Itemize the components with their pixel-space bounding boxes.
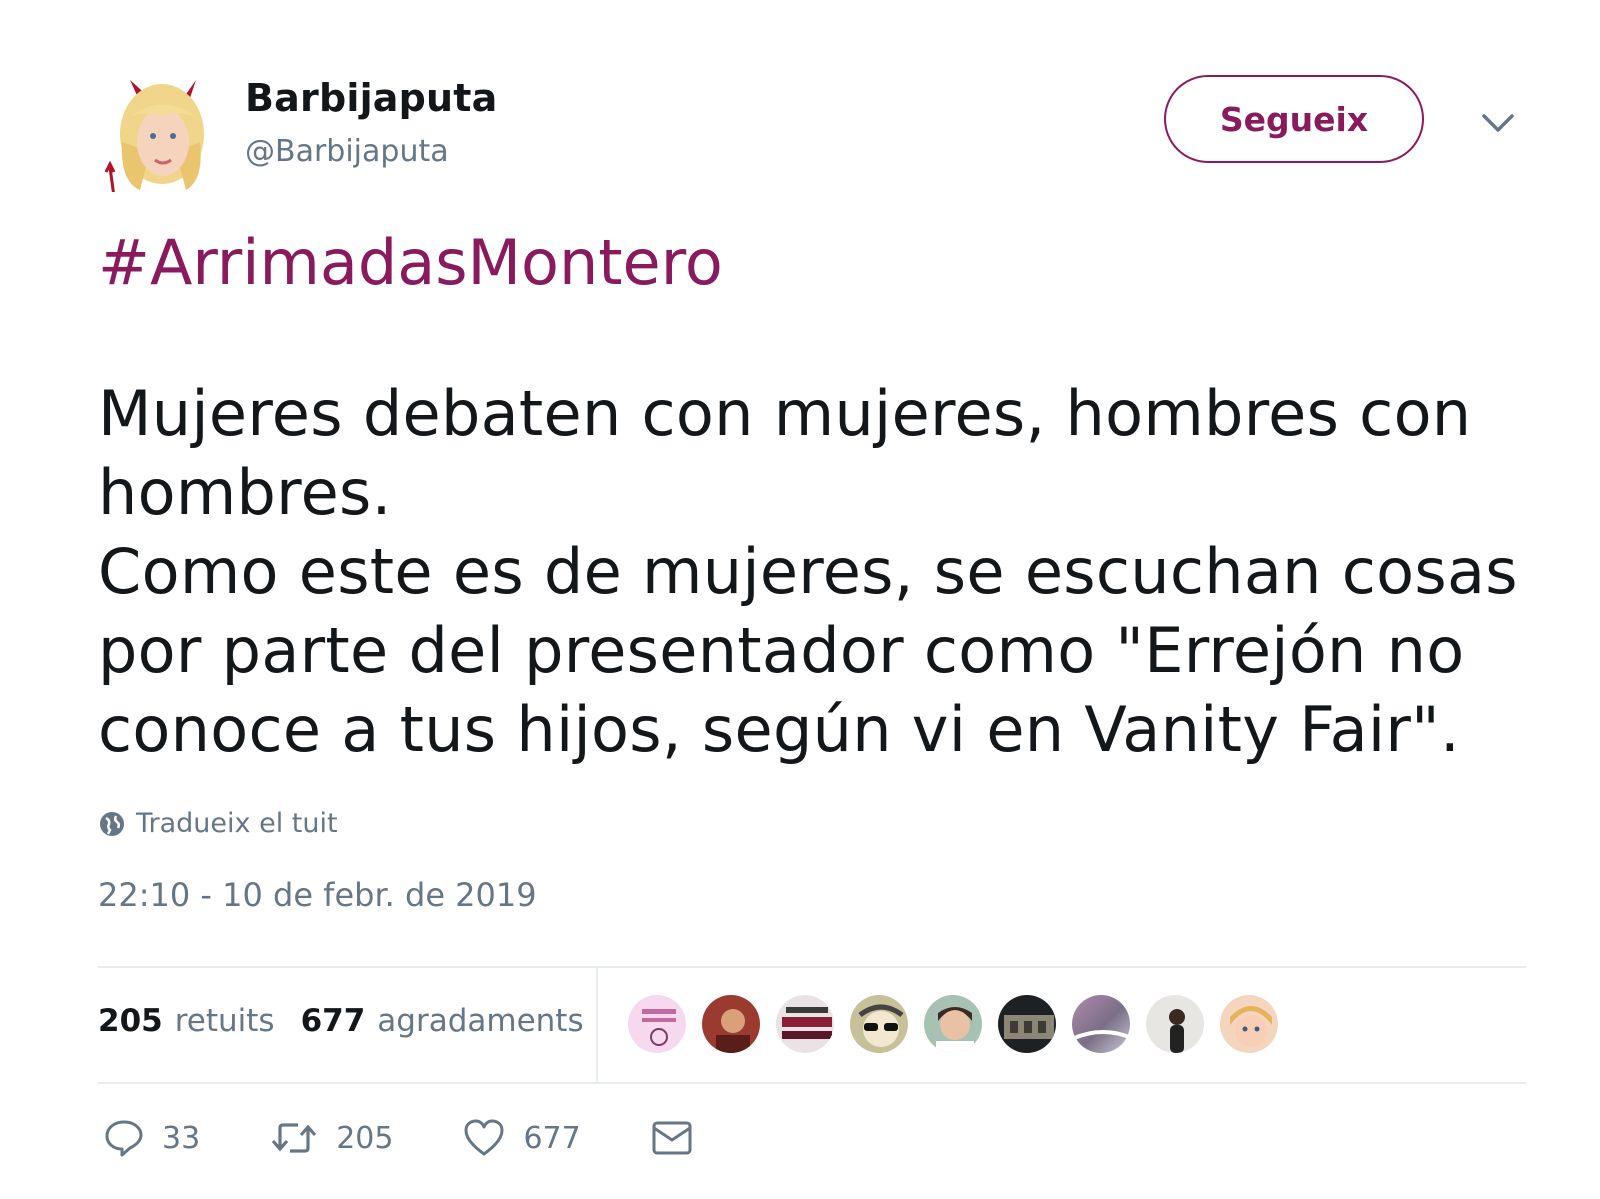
retweets-stat[interactable]: 205 retuits: [98, 1003, 275, 1039]
like-count: 677: [523, 1120, 581, 1156]
reply-count: 33: [162, 1120, 201, 1156]
tweet-stats: 205 retuits 677 agradaments: [98, 1003, 610, 1039]
liker-avatar[interactable]: [1218, 993, 1280, 1055]
chevron-down-icon[interactable]: [1478, 108, 1518, 138]
reply-icon: [105, 1120, 143, 1157]
tweet-text: Mujeres debaten con mujeres, hombres con…: [98, 377, 1518, 766]
tweet-actions: 33 205 677: [104, 1118, 763, 1158]
liker-avatar[interactable]: [996, 993, 1058, 1055]
liker-avatar[interactable]: [848, 993, 910, 1055]
follow-button[interactable]: Segueix: [1164, 75, 1424, 163]
avatar[interactable]: [100, 72, 215, 198]
likers-avatars: [626, 993, 1292, 1055]
liker-avatar[interactable]: [922, 993, 984, 1055]
likes-stat[interactable]: 677 agradaments: [301, 1003, 584, 1039]
translate-label: Tradueix el tuit: [136, 808, 338, 839]
divider-bottom: [98, 1082, 1526, 1084]
hashtag-link[interactable]: #ArrimadasMontero: [98, 226, 723, 299]
message-button[interactable]: [651, 1118, 693, 1158]
stats-separator: [596, 968, 598, 1082]
retweet-button[interactable]: 205: [270, 1118, 393, 1158]
liker-avatar[interactable]: [626, 993, 688, 1055]
envelope-icon: [652, 1121, 692, 1155]
retweets-label: retuits: [174, 1003, 275, 1039]
user-name[interactable]: Barbijaputa: [245, 76, 498, 120]
retweet-icon: [271, 1123, 317, 1153]
liker-avatar[interactable]: [1144, 993, 1206, 1055]
retweets-count: 205: [98, 1003, 163, 1039]
likes-label: agradaments: [377, 1003, 584, 1039]
globe-icon: [100, 811, 124, 836]
heart-icon: [464, 1119, 504, 1156]
retweet-count: 205: [336, 1120, 394, 1156]
liker-avatar[interactable]: [1070, 993, 1132, 1055]
reply-button[interactable]: 33: [104, 1118, 200, 1158]
like-button[interactable]: 677: [463, 1118, 581, 1158]
tweet-timestamp[interactable]: 22:10 - 10 de febr. de 2019: [98, 876, 537, 914]
user-handle[interactable]: @Barbijaputa: [245, 134, 449, 169]
divider-top: [98, 966, 1526, 968]
liker-avatar[interactable]: [700, 993, 762, 1055]
translate-link[interactable]: Tradueix el tuit: [98, 808, 338, 839]
likes-count: 677: [300, 1003, 366, 1039]
liker-avatar[interactable]: [774, 993, 836, 1055]
